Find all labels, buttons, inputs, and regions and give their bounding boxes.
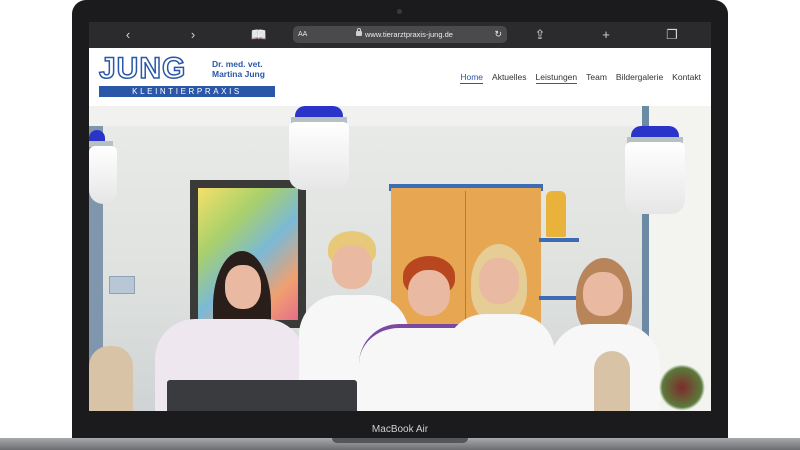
main-nav: Home Aktuelles Leistungen Team Bildergal… — [451, 72, 701, 84]
browser-toolbar: ‹ › 📖 AA www.tierarztpraxis-jung.de ↻ ⇪ … — [89, 22, 711, 48]
photo-deer-figure-right — [594, 351, 630, 411]
new-tab-icon[interactable]: + — [597, 26, 615, 44]
address-bar[interactable]: AA www.tierarztpraxis-jung.de ↻ — [293, 26, 507, 43]
logo-banner: KLEINTIERPRAXIS — [99, 86, 275, 97]
photo-lamp-right — [625, 126, 685, 218]
camera-icon — [397, 9, 402, 14]
logo-title: Dr. med. vet. — [212, 59, 263, 69]
screen: ‹ › 📖 AA www.tierarztpraxis-jung.de ↻ ⇪ … — [89, 22, 711, 411]
nav-kontakt[interactable]: Kontakt — [672, 72, 701, 84]
reload-icon[interactable]: ↻ — [494, 26, 502, 43]
photo-person-4 — [445, 244, 555, 411]
logo-subtitle: KLEINTIERPRAXIS — [132, 87, 242, 96]
site-logo[interactable]: JUNG Dr. med. vet. Martina Jung KLEINTIE… — [98, 52, 275, 98]
bookmarks-icon[interactable]: 📖 — [250, 26, 268, 44]
forward-icon[interactable]: › — [184, 26, 202, 44]
laptop-notch — [332, 438, 468, 443]
device-brand-label: MacBook Air — [371, 424, 429, 435]
photo-monitor — [167, 380, 357, 411]
site-header: JUNG Dr. med. vet. Martina Jung KLEINTIE… — [89, 48, 711, 106]
tabs-icon[interactable]: ❐ — [663, 26, 681, 44]
photo-thermostat — [109, 276, 135, 294]
photo-giraffe-toy — [546, 191, 566, 237]
photo-plant — [659, 364, 705, 411]
logo-word: JUNG — [98, 52, 187, 85]
nav-team[interactable]: Team — [586, 72, 607, 84]
text-size-button[interactable]: AA — [298, 26, 307, 43]
hero-team-photo — [89, 106, 711, 411]
url-text[interactable]: www.tierarztpraxis-jung.de — [365, 26, 453, 43]
nav-leistungen[interactable]: Leistungen — [535, 72, 578, 84]
photo-ceiling — [89, 106, 711, 126]
nav-bildergalerie[interactable]: Bildergalerie — [616, 72, 663, 84]
photo-shelf — [539, 238, 579, 242]
nav-home[interactable]: Home — [460, 72, 484, 84]
photo-lamp-center — [289, 106, 349, 192]
nav-aktuelles[interactable]: Aktuelles — [492, 72, 527, 84]
logo-name: Martina Jung — [212, 69, 265, 79]
back-icon[interactable]: ‹ — [119, 26, 137, 44]
share-icon[interactable]: ⇪ — [531, 26, 549, 44]
photo-lamp-left — [89, 130, 117, 210]
lock-icon — [356, 28, 362, 36]
photo-deer-figure-left — [89, 346, 133, 411]
